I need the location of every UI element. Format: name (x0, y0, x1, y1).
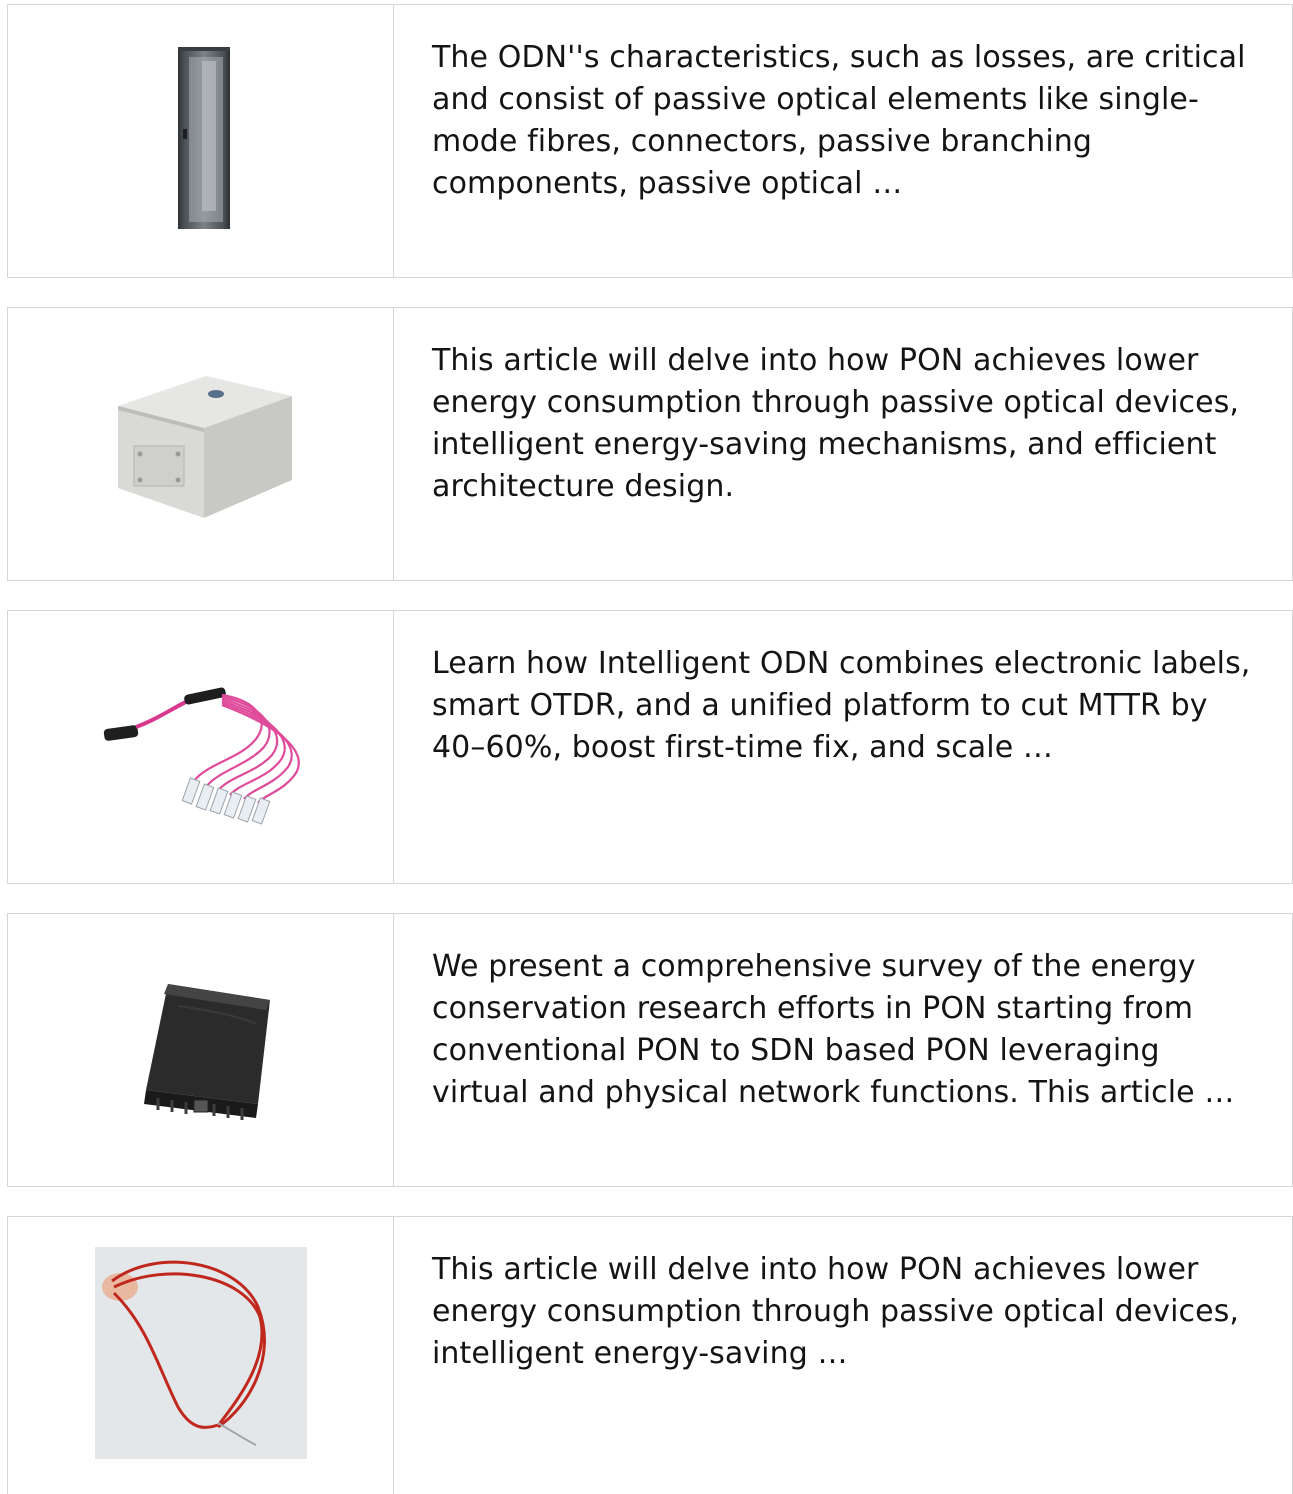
article-card[interactable]: This article will delve into how PON ach… (7, 1216, 1293, 1494)
article-excerpt: This article will delve into how PON ach… (432, 343, 1240, 504)
fiber-fanout-cable-image (103, 687, 300, 825)
article-excerpt: The ODN''s characteristics, such as loss… (432, 40, 1246, 201)
article-excerpt: Learn how Intelligent ODN combines elect… (432, 646, 1251, 765)
article-card[interactable]: This article will delve into how PON ach… (7, 307, 1293, 581)
red-fiber-cable-image (95, 1247, 307, 1459)
article-card[interactable]: The ODN''s characteristics, such as loss… (7, 4, 1293, 278)
distribution-box-image (118, 376, 292, 518)
article-thumbnail[interactable] (8, 308, 394, 580)
article-list: The ODN''s characteristics, such as loss… (7, 4, 1293, 1494)
article-thumbnail[interactable] (8, 1217, 394, 1494)
article-card[interactable]: Learn how Intelligent ODN combines elect… (7, 610, 1293, 884)
article-thumbnail[interactable] (8, 5, 394, 277)
article-excerpt: This article will delve into how PON ach… (432, 1252, 1240, 1371)
network-cabinet-image (178, 47, 230, 229)
article-excerpt: We present a comprehensive survey of the… (432, 949, 1235, 1110)
splice-closure-image (144, 984, 270, 1120)
article-card[interactable]: We present a comprehensive survey of the… (7, 913, 1293, 1187)
article-thumbnail[interactable] (8, 914, 394, 1186)
article-thumbnail[interactable] (8, 611, 394, 883)
